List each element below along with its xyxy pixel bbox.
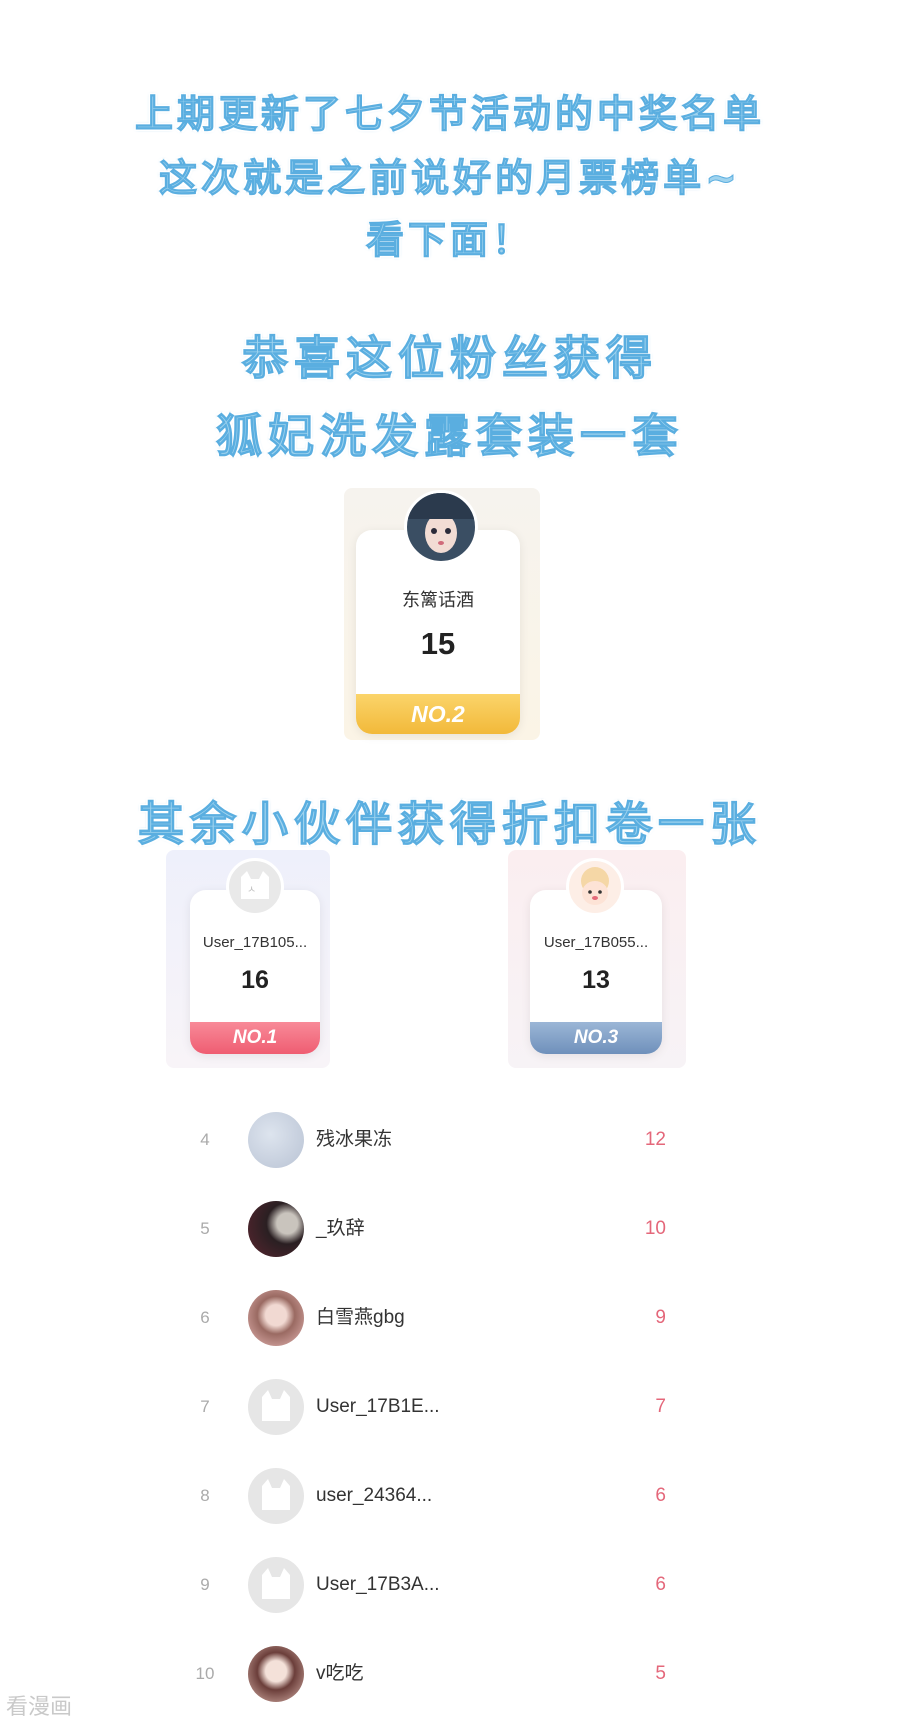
winner-rank-badge: NO.2	[356, 694, 520, 734]
list-avatar	[248, 1112, 304, 1168]
list-name: user_24364...	[316, 1485, 433, 1506]
podium-3-score: 13	[582, 966, 610, 994]
list-score: 7	[655, 1396, 666, 1417]
svg-text:ㅅ: ㅅ	[247, 885, 256, 896]
list-avatar	[248, 1201, 304, 1257]
list-score: 5	[655, 1663, 666, 1684]
list-name: 白雪燕gbg	[316, 1307, 405, 1328]
default-avatar-icon	[262, 1568, 290, 1599]
winner-avatar	[404, 490, 478, 564]
list-item[interactable]: 10 v吃吃 5	[0, 1644, 900, 1704]
list-rank: 5	[200, 1219, 210, 1238]
list-avatar	[248, 1557, 304, 1613]
intro-line-1: 上期更新了七夕节活动的中奖名单	[134, 92, 765, 137]
list-name: v吃吃	[316, 1663, 364, 1684]
list-name: 残冰果冻	[316, 1129, 393, 1150]
list-rank: 7	[200, 1397, 210, 1416]
list-score: 6	[655, 1574, 666, 1595]
watermark: 看漫画	[6, 1695, 73, 1720]
list-item[interactable]: 4 残冰果冻 12	[0, 1110, 900, 1170]
podium-3-avatar	[566, 858, 624, 916]
list-avatar	[248, 1379, 304, 1435]
intro-line-3: 看下面！	[365, 218, 534, 263]
podium-3-rank-badge: NO.3	[530, 1022, 662, 1054]
podium-1-avatar: ㅅ	[226, 858, 284, 916]
list-rank: 8	[200, 1486, 210, 1505]
podium-1-rank-badge: NO.1	[190, 1022, 320, 1054]
list-score: 12	[644, 1129, 666, 1150]
list-avatar	[248, 1468, 304, 1524]
list-rank: 9	[200, 1575, 210, 1594]
winner-name: 东篱话酒	[402, 590, 474, 610]
list-item[interactable]: 8 user_24364... 6	[0, 1466, 900, 1526]
list-avatar	[248, 1646, 304, 1702]
list-avatar	[248, 1290, 304, 1346]
list-score: 6	[655, 1485, 666, 1506]
list-item[interactable]: 9 User_17B3A... 6	[0, 1555, 900, 1615]
prize-main-line-2: 狐妃洗发露套装一套	[216, 409, 684, 464]
list-score: 9	[655, 1307, 666, 1328]
list-item[interactable]: 6 白雪燕gbg 9	[0, 1288, 900, 1348]
list-rank: 6	[200, 1308, 210, 1327]
podium-1-name: User_17B105...	[202, 934, 308, 951]
list-name: User_17B3A...	[316, 1574, 440, 1595]
list-item[interactable]: 5 _玖辞 10	[0, 1199, 900, 1259]
winner-score: 15	[420, 626, 456, 661]
podium-1-score: 16	[241, 966, 269, 994]
list-name: User_17B1E...	[316, 1396, 440, 1417]
default-avatar-icon: ㅅ	[241, 871, 269, 899]
list-rank: 10	[195, 1664, 215, 1683]
cartoon-girl-avatar-icon	[581, 867, 609, 905]
list-rank: 4	[200, 1130, 210, 1149]
intro-line-2: 这次就是之前说好的月票榜单~	[159, 156, 741, 201]
default-avatar-icon	[262, 1390, 290, 1421]
list-score: 10	[644, 1218, 666, 1239]
prize-main-line-1: 恭喜这位粉丝获得	[242, 331, 658, 386]
podium-3-name: User_17B055...	[543, 934, 649, 951]
prize-others-line: 其余小伙伴获得折扣卷一张	[138, 797, 762, 852]
list-name: _玖辞	[316, 1218, 365, 1239]
list-item[interactable]: 7 User_17B1E... 7	[0, 1377, 900, 1437]
girl-avatar-icon	[407, 493, 475, 553]
default-avatar-icon	[262, 1479, 290, 1510]
